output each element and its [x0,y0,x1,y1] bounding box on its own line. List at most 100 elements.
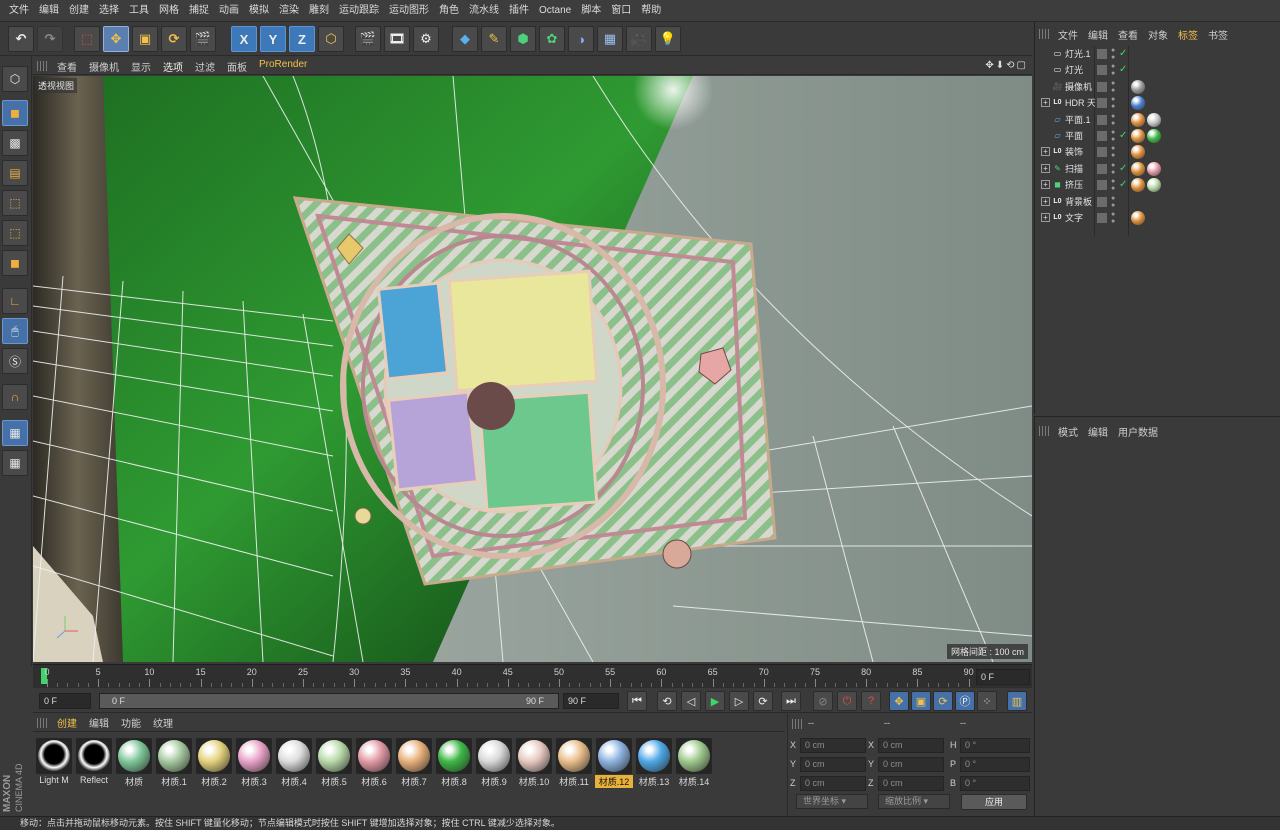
panel-grip[interactable] [37,718,47,728]
viewport-menu-item-5[interactable]: 面板 [221,59,253,74]
enabled-check-icon[interactable]: ✓ [1119,161,1127,177]
texture-mode-button[interactable]: ▩ [2,130,28,156]
key-parameter-button[interactable]: Ⓟ [955,691,975,711]
viewport-menu-item-3[interactable]: 选项 [157,59,189,74]
render-picture-viewer-button[interactable]: 🎞 [384,26,410,52]
workplane-mode-button[interactable]: ▤ [2,160,28,186]
record-keys-button[interactable]: ⊘ [813,691,833,711]
material-swatch[interactable]: 材质.1 [155,736,193,788]
next-key-button[interactable]: ⟳ [753,691,773,711]
timeline-ruler[interactable]: 0 5 10 15 20 25 30 35 40 45 50 55 60 65 70 75 80 85 90 [33,664,1032,688]
material-swatch[interactable]: 材质.5 [315,736,353,788]
menu-item-16[interactable]: Octane [534,0,576,22]
menu-item-13[interactable]: 角色 [434,0,464,22]
attribute-menu-item-0[interactable]: 模式 [1053,424,1083,439]
material-swatch[interactable]: 材质.3 [235,736,273,788]
viewport-menu-item-6[interactable]: ProRender [253,59,313,74]
keyframe-selection-button[interactable]: ? [861,691,881,711]
menu-item-6[interactable]: 捕捉 [184,0,214,22]
menu-item-3[interactable]: 选择 [94,0,124,22]
light-button[interactable]: 💡 [655,26,681,52]
material-swatch[interactable]: 材质.8 [435,736,473,788]
layer-color-swatch[interactable] [1097,163,1107,174]
menu-item-19[interactable]: 帮助 [636,0,666,22]
layer-color-swatch[interactable] [1097,196,1107,207]
render-view-button[interactable]: 🎬 [355,26,381,52]
visibility-dots[interactable]: ● ● [1111,113,1119,127]
object-row[interactable]: ▱ 平面 ● ● ✓ [1035,128,1280,144]
enabled-check-icon[interactable]: ✓ [1119,128,1127,144]
undo-button[interactable]: ↶ [8,26,34,52]
material-tag-icon[interactable] [1131,145,1145,160]
material-menu-item-3[interactable]: 纹理 [147,715,179,730]
visibility-dots[interactable]: ● ● [1111,63,1119,77]
z-axis-button[interactable]: Z [289,26,315,52]
key-scale-button[interactable]: ▣ [911,691,931,711]
visibility-dots[interactable]: ● ● [1111,162,1119,176]
menu-item-9[interactable]: 渲染 [274,0,304,22]
edges-mode-button[interactable]: ⬚ [2,220,28,246]
visibility-dots[interactable]: ● ● [1111,96,1119,110]
end-frame-field[interactable]: 90 F [563,693,619,709]
polygons-mode-button[interactable]: ◼ [2,250,28,276]
menu-item-7[interactable]: 动画 [214,0,244,22]
material-tag-icon[interactable] [1131,129,1145,143]
redo-button[interactable]: ↷ [37,26,63,52]
coord-value-field[interactable]: 0 cm [878,738,944,753]
tweak-mode-button[interactable]: 🖱 [2,318,28,344]
material-swatch[interactable]: Reflect [75,736,113,788]
material-tag-icon[interactable] [1147,129,1161,143]
go-to-start-button[interactable]: ⏮ [627,691,647,711]
menu-item-10[interactable]: 雕刻 [304,0,334,22]
visibility-dots[interactable]: ● ● [1111,145,1119,159]
scale-tool-button[interactable]: ▣ [132,26,158,52]
coord-value-field[interactable]: 0 cm [878,776,944,791]
menu-item-17[interactable]: 脚本 [576,0,606,22]
material-swatch[interactable]: 材质.13 [635,736,673,788]
enabled-check-icon[interactable]: ✓ [1119,62,1127,78]
enabled-check-icon[interactable]: ✓ [1119,177,1127,193]
material-tag-icon[interactable] [1147,112,1161,127]
layer-color-swatch[interactable] [1097,147,1107,158]
material-tag-icon[interactable] [1131,178,1145,193]
object-menu-item-5[interactable]: 书签 [1203,27,1233,42]
object-row[interactable]: + L0 背景板 ● ● [1035,194,1280,210]
viewport-menu-item-1[interactable]: 摄像机 [83,59,125,74]
expand-toggle[interactable]: + [1041,163,1050,173]
menu-item-1[interactable]: 编辑 [34,0,64,22]
panel-grip[interactable] [1039,426,1049,436]
expand-toggle[interactable]: + [1041,180,1050,190]
viewport-menu-item-2[interactable]: 显示 [125,59,157,74]
prev-key-button[interactable]: ⟲ [657,691,677,711]
object-menu-item-3[interactable]: 对象 [1143,27,1173,42]
current-frame-field[interactable]: 0 F [976,669,1030,685]
object-row[interactable]: + ◼ 挤压 ● ● ✓ [1035,177,1280,193]
object-row[interactable]: 🎥 摄像机 ● ● [1035,79,1280,95]
points-mode-button[interactable]: ⬚ [2,190,28,216]
attribute-menu-item-1[interactable]: 编辑 [1083,424,1113,439]
start-frame-field[interactable]: 0 F [39,693,91,709]
object-row[interactable]: + L0 文字 ● ● [1035,210,1280,226]
menu-item-18[interactable]: 窗口 [606,0,636,22]
panel-grip[interactable] [1039,29,1049,39]
cube-button[interactable]: ◆ [452,26,478,52]
menu-item-5[interactable]: 网格 [154,0,184,22]
pen-button[interactable]: ✎ [481,26,507,52]
axis-mode-button[interactable]: ∟ [2,288,28,314]
visibility-dots[interactable]: ● ● [1111,129,1119,143]
visibility-dots[interactable]: ● ● [1111,178,1119,192]
object-row[interactable]: ▱ 平面.1 ● ● [1035,112,1280,128]
menu-item-4[interactable]: 工具 [124,0,154,22]
menu-item-15[interactable]: 插件 [504,0,534,22]
recent-tools-button[interactable]: 🎬 [190,26,216,52]
coord-value-field[interactable]: 0 cm [800,738,866,753]
y-axis-button[interactable]: Y [260,26,286,52]
play-button[interactable]: ▶ [705,691,725,711]
camera-button[interactable]: 🎥 [626,26,652,52]
object-menu-item-4[interactable]: 标签 [1173,27,1203,42]
layer-color-swatch[interactable] [1097,213,1107,223]
enabled-check-icon[interactable]: ✓ [1119,46,1127,62]
expand-toggle[interactable]: + [1041,213,1050,222]
key-position-button[interactable]: ✥ [889,691,909,711]
material-swatch[interactable]: 材质.11 [555,736,593,788]
